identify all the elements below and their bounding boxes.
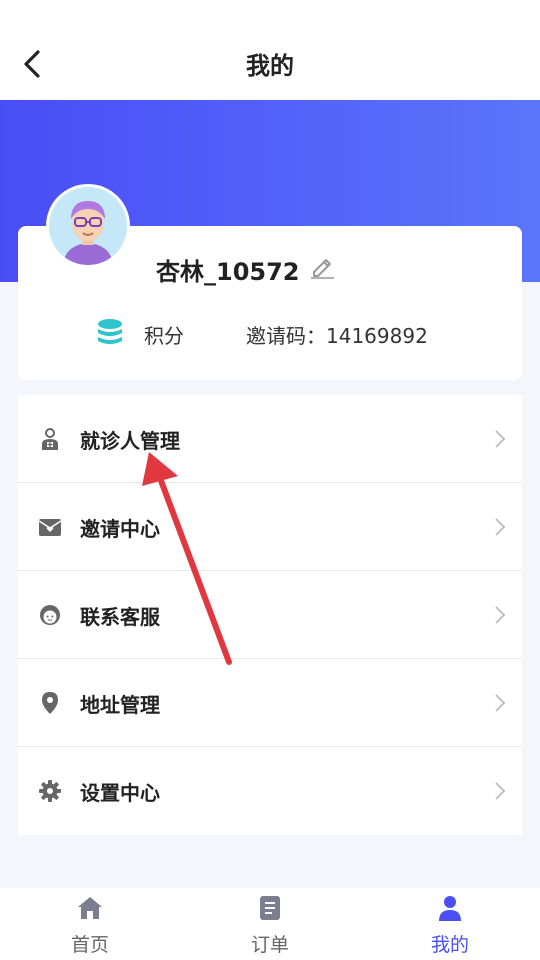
page-title: 我的 — [246, 52, 294, 80]
tab-home[interactable]: 首页 — [0, 888, 180, 960]
chevron-right-icon — [495, 430, 506, 448]
points-coins-icon — [96, 318, 124, 348]
gear-icon — [39, 780, 61, 802]
home-icon — [78, 897, 102, 919]
menu-item-invite-center[interactable]: 邀请中心 — [18, 483, 522, 571]
menu-item-label: 地址管理 — [80, 693, 160, 717]
patient-icon — [42, 428, 58, 450]
order-icon — [260, 896, 280, 920]
points-label[interactable]: 积分 — [144, 320, 184, 349]
chevron-right-icon — [495, 606, 506, 624]
menu-item-label: 邀请中心 — [80, 517, 160, 541]
menu-item-customer-service[interactable]: 联系客服 — [18, 571, 522, 659]
chevron-right-icon — [495, 694, 506, 712]
menu-item-label: 联系客服 — [80, 605, 160, 629]
user-icon — [439, 896, 461, 921]
avatar[interactable] — [46, 184, 130, 268]
chevron-right-icon — [495, 782, 506, 800]
menu-list: 就诊人管理 邀请中心 联系客服 地址管理 设置中心 — [18, 395, 522, 835]
location-pin-icon — [42, 692, 58, 714]
avatar-illustration — [49, 187, 127, 265]
bottom-tab-bar: 首页 订单 我的 — [0, 888, 540, 960]
invite-code: 邀请码：14169892 — [246, 324, 428, 348]
menu-item-settings-center[interactable]: 设置中心 — [18, 747, 522, 835]
menu-item-address-management[interactable]: 地址管理 — [18, 659, 522, 747]
username: 杏林_10572 — [156, 258, 300, 286]
invite-envelope-icon — [38, 519, 62, 536]
menu-item-label: 设置中心 — [80, 781, 160, 805]
tab-orders[interactable]: 订单 — [180, 888, 360, 960]
tab-mine[interactable]: 我的 — [360, 888, 540, 960]
tab-label: 我的 — [430, 934, 469, 956]
menu-item-patient-management[interactable]: 就诊人管理 — [18, 395, 522, 483]
tab-label: 订单 — [250, 934, 289, 956]
pencil-icon — [311, 259, 334, 279]
edit-profile-button[interactable] — [308, 252, 336, 280]
top-nav-bar: 我的 — [0, 0, 540, 100]
customer-service-icon — [40, 605, 60, 625]
chevron-right-icon — [495, 518, 506, 536]
tab-label: 首页 — [70, 934, 109, 956]
menu-item-label: 就诊人管理 — [80, 429, 180, 453]
